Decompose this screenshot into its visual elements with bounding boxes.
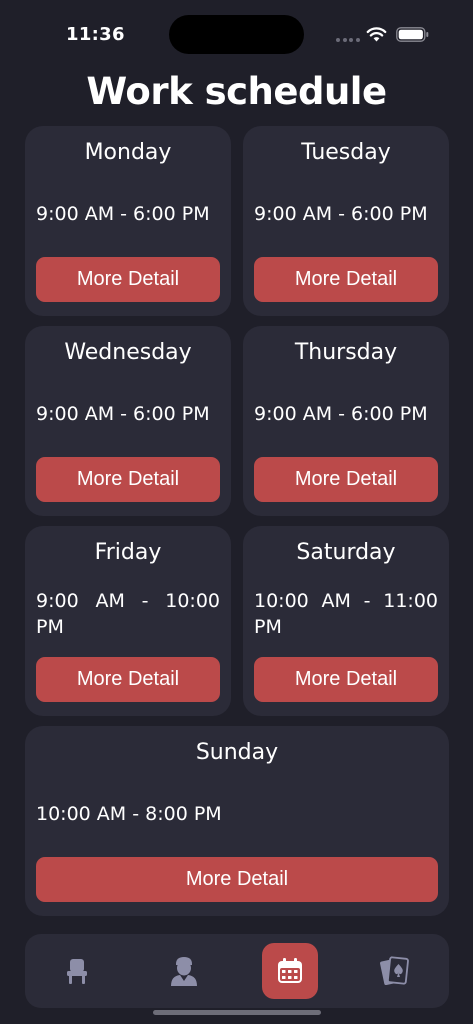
day-name: Friday [94, 540, 162, 565]
day-name: Wednesday [64, 340, 192, 365]
calendar-icon [278, 958, 302, 983]
day-card-friday: Friday 9:00 AM - 10:00 PM More Detail [25, 526, 231, 716]
page-title: Work schedule [86, 70, 387, 113]
wifi-icon [366, 27, 387, 42]
more-detail-button-thursday[interactable]: More Detail [254, 457, 438, 502]
day-card-wednesday: Wednesday 9:00 AM - 6:00 PM More Detail [25, 326, 231, 516]
tab-user[interactable] [156, 943, 212, 999]
day-hours: 10:00 AM - 8:00 PM [36, 803, 222, 825]
day-hours: 9:00 AM - 6:00 PM [36, 203, 210, 225]
battery-icon [396, 27, 429, 42]
day-name: Thursday [294, 340, 398, 365]
chair-icon [67, 959, 87, 984]
day-hours: 9:00 AM - 10:00 PM [36, 590, 220, 638]
day-hours: 10:00 AM - 11:00 PM [254, 590, 438, 638]
signal-icon [336, 38, 360, 42]
tab-calendar[interactable] [262, 943, 318, 999]
day-card-sunday: Sunday 10:00 AM - 8:00 PM More Detail [25, 726, 449, 916]
day-hours: 9:00 AM - 6:00 PM [254, 203, 428, 225]
day-name: Monday [84, 140, 172, 165]
day-hours: 9:00 AM - 6:00 PM [36, 403, 210, 425]
more-detail-button-saturday[interactable]: More Detail [254, 657, 438, 702]
day-hours: 9:00 AM - 6:00 PM [254, 403, 428, 425]
dynamic-island [169, 15, 304, 54]
more-detail-button-sunday[interactable]: More Detail [36, 857, 438, 902]
day-name: Tuesday [301, 140, 391, 165]
user-icon [171, 957, 197, 986]
screen: 11:36 Work schedule Monday 9:00 AM - 6:0… [0, 0, 473, 1024]
tab-cards[interactable] [368, 943, 424, 999]
more-detail-button-wednesday[interactable]: More Detail [36, 457, 220, 502]
day-card-saturday: Saturday 10:00 AM - 11:00 PM More Detail [243, 526, 449, 716]
day-card-monday: Monday 9:00 AM - 6:00 PM More Detail [25, 126, 231, 316]
playing-cards-icon [380, 956, 409, 986]
home-indicator[interactable] [153, 1010, 321, 1015]
status-time: 11:36 [66, 24, 125, 45]
more-detail-button-friday[interactable]: More Detail [36, 657, 220, 702]
tab-chair[interactable] [49, 943, 105, 999]
day-name: Sunday [195, 740, 279, 765]
day-card-thursday: Thursday 9:00 AM - 6:00 PM More Detail [243, 326, 449, 516]
more-detail-button-monday[interactable]: More Detail [36, 257, 220, 302]
tab-bar [25, 934, 449, 1008]
day-name: Saturday [296, 540, 396, 565]
status-bar: 11:36 [0, 0, 473, 64]
day-card-tuesday: Tuesday 9:00 AM - 6:00 PM More Detail [243, 126, 449, 316]
more-detail-button-tuesday[interactable]: More Detail [254, 257, 438, 302]
